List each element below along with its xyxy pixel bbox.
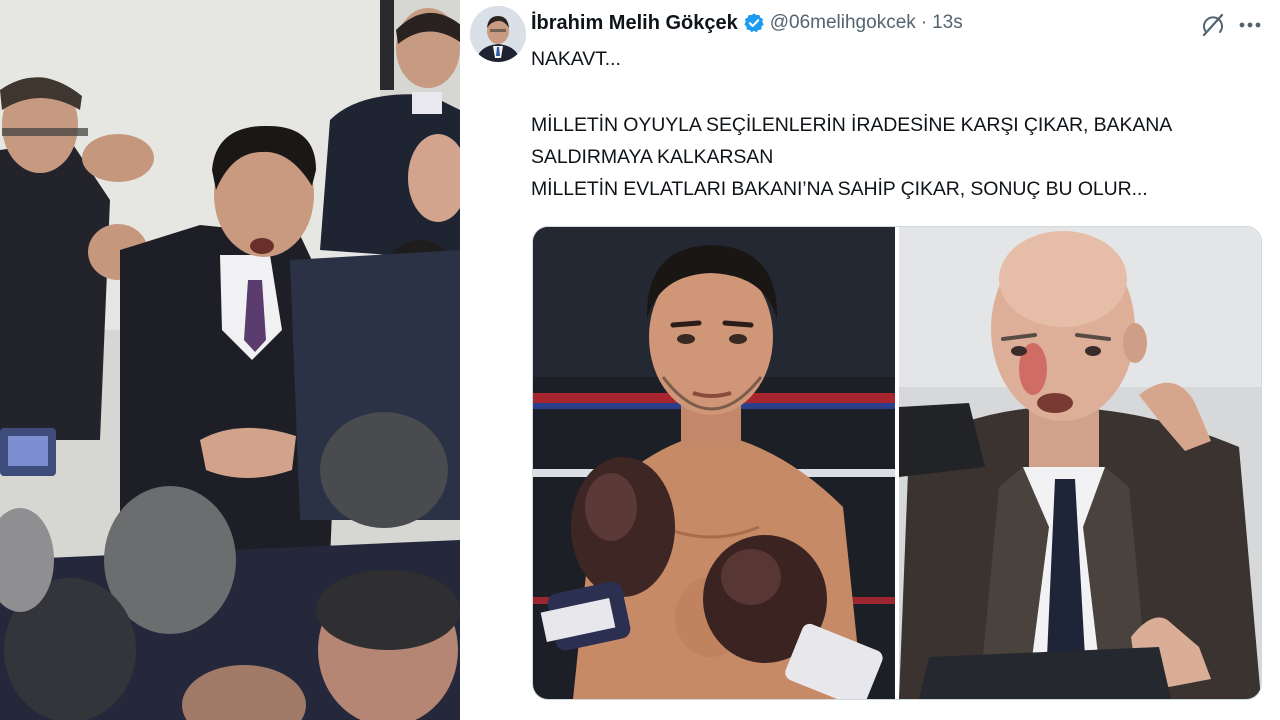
tweet-text-line-1: NAKAVT... [531,48,621,70]
injured-man-illustration [899,227,1261,699]
grok-icon[interactable] [1200,12,1226,38]
tweet-text-line-4: MİLLETİN EVLATLARI BAKANI’NA SAHİP ÇIKAR… [531,178,1148,200]
author-avatar[interactable] [470,6,526,62]
tweet-timestamp[interactable]: 13s [932,12,963,34]
tweet-header: İbrahim Melih Gökçek @06melihgokcek · 13… [531,10,963,36]
tweet-text-line-2: MİLLETİN OYUYLA SEÇİLENLERİN İRADESİNE K… [531,114,1173,136]
separator-dot: · [920,12,928,33]
verified-badge-icon [743,12,765,34]
news-photo-parliament-brawl [0,0,460,720]
media-image-injured-man[interactable] [899,227,1261,699]
tweet-text-line-3: SALDIRMAYA KALKARSAN [531,146,774,168]
more-icon[interactable] [1236,12,1264,38]
tweet[interactable]: İbrahim Melih Gökçek @06melihgokcek · 13… [464,0,1280,720]
media-image-boxer[interactable] [533,227,895,699]
avatar-image [470,6,526,62]
tweet-media[interactable] [532,226,1262,700]
author-name[interactable]: İbrahim Melih Gökçek [531,12,738,35]
photo-illustration [0,0,460,720]
boxer-illustration [533,227,895,699]
author-handle[interactable]: @06melihgokcek [770,12,916,34]
